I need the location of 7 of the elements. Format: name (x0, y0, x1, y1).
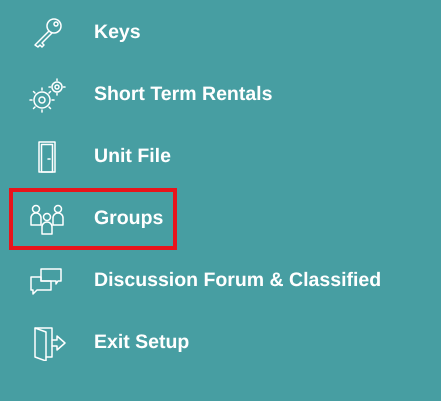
menu-item[interactable]: Groups (9, 188, 178, 250)
menu-item[interactable]: Unit File (9, 126, 185, 188)
menu-item[interactable]: Keys (9, 2, 155, 64)
menu-item[interactable]: Discussion Forum & Classified (9, 250, 396, 312)
menu-item[interactable]: Exit Setup (9, 312, 204, 374)
menu-item[interactable]: Short Term Rentals (9, 64, 286, 126)
gears-icon (27, 77, 67, 113)
